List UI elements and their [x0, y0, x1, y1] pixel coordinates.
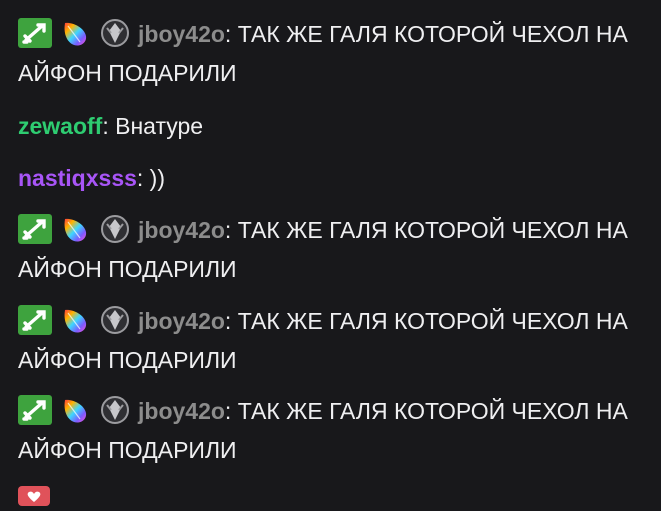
chat-message: zewaoff: Внатуре	[18, 107, 648, 146]
chat-message: jboy42o: ТАК ЖЕ ГАЛЯ КОТОРОЙ ЧЕХОЛ НА АЙ…	[18, 15, 648, 93]
message-text: Внатуре	[108, 113, 204, 139]
username[interactable]: jboy42o	[138, 217, 225, 243]
username[interactable]: zewaoff	[18, 113, 102, 139]
moderator-sword-icon[interactable]	[18, 305, 52, 335]
rainbow-feather-icon[interactable]	[58, 18, 92, 48]
heart-badge-icon[interactable]	[18, 486, 50, 506]
message-text: ))	[143, 165, 166, 191]
username[interactable]: nastiqxsss	[18, 165, 137, 191]
moderator-sword-icon[interactable]	[18, 214, 52, 244]
moderator-sword-icon[interactable]	[18, 395, 52, 425]
rank-emblem-icon[interactable]	[98, 305, 132, 335]
username[interactable]: jboy42o	[138, 21, 225, 47]
rainbow-feather-icon[interactable]	[58, 395, 92, 425]
chat-message: jboy42o: ТАК ЖЕ ГАЛЯ КОТОРОЙ ЧЕХОЛ НА АЙ…	[18, 392, 648, 470]
rank-emblem-icon[interactable]	[98, 395, 132, 425]
rank-emblem-icon[interactable]	[98, 214, 132, 244]
username[interactable]: jboy42o	[138, 308, 225, 334]
chat-message: jboy42o: ТАК ЖЕ ГАЛЯ КОТОРОЙ ЧЕХОЛ НА АЙ…	[18, 211, 648, 289]
moderator-sword-icon[interactable]	[18, 18, 52, 48]
chat-message: nastiqxsss: ))	[18, 159, 648, 198]
username[interactable]: jboy42o	[138, 398, 225, 424]
rainbow-feather-icon[interactable]	[58, 214, 92, 244]
rank-emblem-icon[interactable]	[98, 18, 132, 48]
chat-message: jboy42o: ТАК ЖЕ ГАЛЯ КОТОРОЙ ЧЕХОЛ НА АЙ…	[18, 302, 648, 380]
rainbow-feather-icon[interactable]	[58, 305, 92, 335]
